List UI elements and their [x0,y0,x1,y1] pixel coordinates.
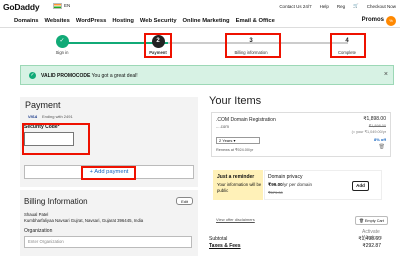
term-select[interactable]: 2 Years ▾ [216,137,260,144]
visa-icon: VISA [28,114,38,119]
nav-domains[interactable]: Domains [14,18,38,24]
domain-privacy-offer: Domain privacy ₹99.00/yr per domain ₹579… [264,170,382,200]
promo-banner: ✓ VALID PROMOCODE You got a great deal! … [20,65,394,85]
nav-web-security[interactable]: Web Security [140,18,177,24]
checkmark-icon: ✓ [55,35,69,48]
promo-badge-icon[interactable]: % [386,16,396,26]
payment-title: Payment [25,100,61,110]
item-strike-price: ₹1,898.00 [368,124,386,128]
contact-link[interactable]: Contact Us 24/7 [279,4,311,9]
privacy-price-value: ₹99.00 [268,182,283,187]
checkout-link[interactable]: Checkout Now [367,4,396,9]
reminder-title: Just a reminder [217,174,255,180]
highlight-box [225,33,281,58]
help-link[interactable]: Help [320,4,329,9]
domain-name: ....com [216,124,229,129]
organization-label: Organization [24,228,53,234]
register-link[interactable]: Reg [337,4,345,9]
promos-link[interactable]: Promos [362,17,384,23]
reminder-box: Just a reminder Your information will be… [213,170,263,200]
item-per-year: (= your ₹1,049.00/yr [351,130,386,134]
language-selector[interactable]: EN [64,3,70,8]
discount-badge: 8% off [374,137,386,142]
india-flag-icon[interactable] [53,3,62,9]
subtotal-label: Subtotal [209,236,228,242]
success-check-icon: ✓ [29,72,36,79]
billing-name: Shaual Patel [24,212,49,217]
taxes-label[interactable]: Taxes & Fees [209,243,241,249]
billing-address: Kumbharfaliyaa Navsari Gujrat, Navsari, … [24,218,144,223]
nav-hosting[interactable]: Hosting [112,18,134,24]
reminder-text: Your information will be public [217,182,262,193]
nav-email-office[interactable]: Email & Office [236,18,275,24]
nav-websites[interactable]: Websites [44,18,69,24]
privacy-title: Domain privacy [268,174,303,180]
billing-title: Billing Information [24,197,88,206]
promo-message: VALID PROMOCODE You got a great deal! [41,73,138,79]
add-privacy-button[interactable]: Add [352,181,369,191]
highlight-box [330,33,366,58]
delete-icon[interactable]: 🗑 [379,144,385,150]
view-disclaimers-link[interactable]: View offer disclaimers [216,217,255,222]
cart-icon[interactable]: 🛒 [353,3,359,9]
renewal-note: Renews at ₹924.00/yr [216,148,254,152]
privacy-strike-price: ₹579.00 [268,190,283,195]
privacy-price: ₹99.00/yr per domain [268,182,312,188]
highlight-box [81,166,136,180]
highlight-box [144,33,172,58]
promo-text: You got a great deal! [91,73,138,79]
edit-button[interactable]: Edit [176,197,193,205]
privacy-price-unit: /yr per domain [282,182,313,187]
close-icon[interactable]: × [384,71,388,78]
empty-cart-button[interactable]: 🗑 Empty Cart [355,216,388,225]
header-links: Contact Us 24/7 Help Reg 🛒 Checkout Now [279,3,396,9]
items-title: Your Items [209,95,262,107]
step-sign-in: ✓ Sign in [40,35,84,55]
highlight-box [22,123,90,155]
empty-cart-label: Empty Cart [364,219,384,223]
step-label: Sign in [55,50,69,55]
promo-code-status: VALID PROMOCODE [41,73,91,79]
godaddy-logo[interactable]: GoDaddy [3,2,40,12]
card-ending: Ending with 2491 [42,114,73,119]
nav-online-marketing[interactable]: Online Marketing [183,18,230,24]
organization-input[interactable]: Enter Organization [24,236,192,248]
cart-item: .COM Domain Registration ....com 2 Years… [211,112,391,157]
billing-panel: Billing Information Edit Shaual Patel Ku… [20,190,198,256]
nav-wordpress[interactable]: WordPress [76,18,107,24]
item-price: ₹1,898.00 [363,116,386,122]
product-name: .COM Domain Registration [216,117,276,123]
activate-windows-watermark: Activate Windows [362,229,383,241]
main-nav: Domains Websites WordPress Hosting Web S… [0,14,400,28]
top-bar: GoDaddy EN Contact Us 24/7 Help Reg 🛒 Ch… [0,0,400,13]
taxes-value: ₹292.87 [362,243,381,249]
term-value: 2 Years [219,138,233,143]
